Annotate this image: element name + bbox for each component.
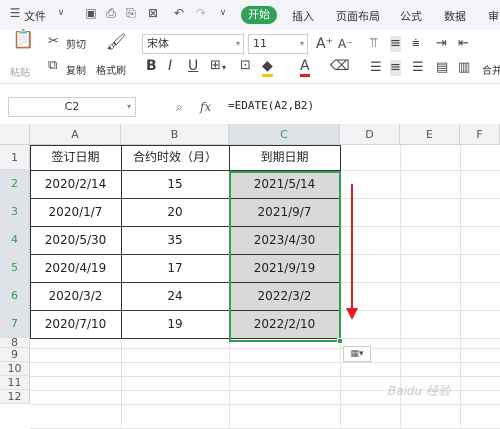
watermark: Baidu 经验	[388, 384, 450, 398]
annotation-overlay	[346, 184, 358, 320]
auto-fill-options-button[interactable]: ▦▾	[343, 346, 371, 362]
red-arrow-head	[346, 308, 358, 320]
auto-fill-icon: ▦▾	[350, 349, 364, 359]
